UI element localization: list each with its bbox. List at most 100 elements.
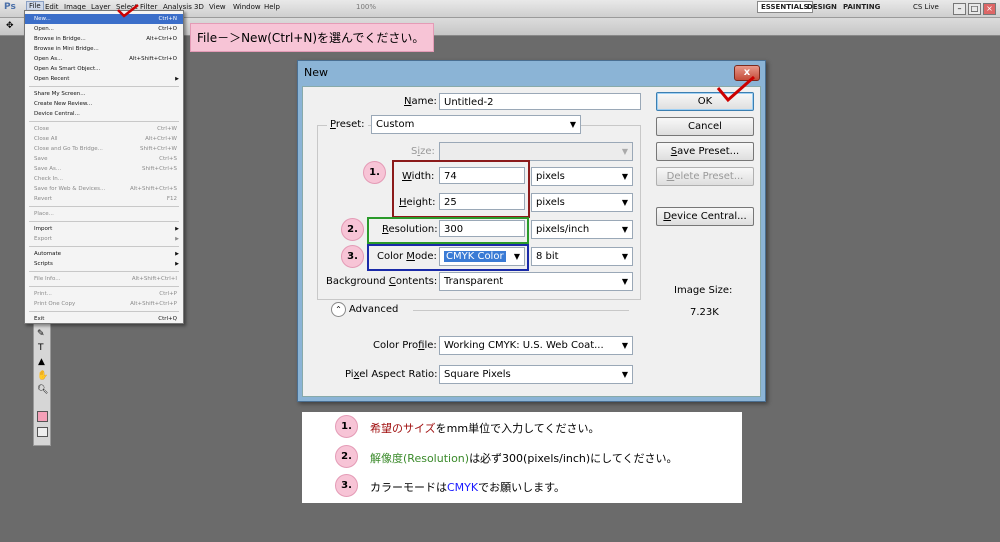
file-menu-item[interactable]: New... Ctrl+N: [25, 14, 183, 24]
resolution-unit-select[interactable]: pixels/inch ▼: [531, 220, 633, 239]
file-menu-item[interactable]: Close Ctrl+W: [25, 124, 183, 134]
selection-tool-icon[interactable]: ▲: [38, 357, 45, 367]
file-menu-item[interactable]: Check In...: [25, 174, 183, 184]
file-menu-item[interactable]: Import ▶: [25, 224, 183, 234]
preset-select[interactable]: Custom ▼: [371, 115, 581, 134]
workspace-painting[interactable]: PAINTING: [843, 3, 880, 11]
file-menu-item-shortcut: Alt+Ctrl+O: [146, 36, 177, 42]
file-menu-item[interactable]: Browse in Bridge... Alt+Ctrl+O: [25, 34, 183, 44]
file-menu-item[interactable]: Automate ▶: [25, 249, 183, 259]
zoom-tool-icon[interactable]: 🔍︎: [37, 385, 48, 395]
file-menu-item-label: Device Central...: [34, 111, 80, 117]
delete-preset-button[interactable]: Delete Preset...: [656, 167, 754, 186]
submenu-arrow-icon: ▶: [175, 226, 179, 232]
file-menu-item-label: Open As Smart Object...: [34, 66, 101, 72]
minimize-button[interactable]: –: [953, 3, 966, 15]
file-menu-item-label: Import: [34, 226, 53, 232]
resolution-label: Resolution:: [382, 224, 438, 235]
advanced-toggle-icon[interactable]: ⌃: [331, 302, 346, 317]
file-menu-item[interactable]: Open As Smart Object...: [25, 64, 183, 74]
background-contents-select[interactable]: Transparent ▼: [439, 272, 633, 291]
menu-window[interactable]: Window: [233, 3, 261, 11]
note-row-3-highlight: CMYK: [447, 481, 479, 494]
file-menu-item[interactable]: Close and Go To Bridge... Shift+Ctrl+W: [25, 144, 183, 154]
file-menu-item[interactable]: Browse in Mini Bridge...: [25, 44, 183, 54]
new-document-dialog: New x Name: Untitled-2 Preset: Custom ▼ S…: [297, 60, 766, 402]
workspace-essentials[interactable]: ESSENTIALS: [757, 1, 813, 13]
height-unit-select[interactable]: pixels ▼: [531, 193, 633, 212]
menu-view[interactable]: View: [209, 3, 226, 11]
dialog-title: New: [304, 66, 328, 79]
file-menu-item[interactable]: Create New Review...: [25, 99, 183, 109]
type-tool-icon[interactable]: T: [38, 343, 44, 353]
bit-depth-select[interactable]: 8 bit ▼: [531, 247, 633, 266]
file-menu-item[interactable]: Print... Ctrl+P: [25, 289, 183, 299]
file-menu-item[interactable]: Save for Web & Devices... Alt+Shift+Ctrl+…: [25, 184, 183, 194]
maximize-button[interactable]: □: [968, 3, 981, 15]
hand-tool-icon[interactable]: ✋: [37, 371, 48, 381]
resolution-field[interactable]: 300: [439, 220, 525, 237]
name-field[interactable]: Untitled-2: [439, 93, 641, 110]
quick-mask-icon[interactable]: [37, 427, 48, 437]
foreground-color-swatch[interactable]: [37, 411, 48, 422]
cs-live-menu[interactable]: CS Live: [913, 3, 939, 11]
chevron-down-icon: ▼: [621, 370, 628, 379]
file-menu-item[interactable]: Revert F12: [25, 194, 183, 204]
submenu-arrow-icon: ▶: [175, 236, 179, 242]
file-menu-item[interactable]: Scripts ▶: [25, 259, 183, 269]
menu-separator: [29, 121, 179, 122]
menu-separator: [29, 311, 179, 312]
name-label: Name:: [404, 96, 437, 107]
width-field[interactable]: 74: [439, 167, 525, 184]
color-mode-select[interactable]: CMYK Color ▼: [439, 247, 525, 266]
file-menu-item[interactable]: Print One Copy Alt+Shift+Ctrl+P: [25, 299, 183, 309]
file-menu-item[interactable]: Save As... Shift+Ctrl+S: [25, 164, 183, 174]
file-menu-item-label: Close and Go To Bridge...: [34, 146, 103, 152]
chevron-down-icon: ▼: [621, 225, 628, 234]
chevron-down-icon: ▼: [621, 277, 628, 286]
device-central-button[interactable]: Device Central...: [656, 207, 754, 226]
workspace-design[interactable]: DESIGN: [807, 3, 837, 11]
file-menu-item[interactable]: Open... Ctrl+O: [25, 24, 183, 34]
resolution-unit-value: pixels/inch: [536, 224, 590, 235]
width-label: Width:: [402, 171, 435, 182]
zoom-level[interactable]: 100%: [356, 3, 376, 11]
file-menu-item[interactable]: Exit Ctrl+Q: [25, 314, 183, 324]
tools-panel: ✎ T ▲ ✋ 🔍︎: [33, 322, 51, 446]
file-menu-item-label: Open As...: [34, 56, 63, 62]
pen-tool-icon[interactable]: ✎: [37, 329, 45, 339]
menu-help[interactable]: Help: [264, 3, 280, 11]
cancel-button[interactable]: Cancel: [656, 117, 754, 136]
menu-separator: [29, 86, 179, 87]
save-preset-button[interactable]: Save Preset...: [656, 142, 754, 161]
pixel-aspect-ratio-select[interactable]: Square Pixels ▼: [439, 365, 633, 384]
instruction-callout: File－＞New(Ctrl+N)を選んでください。: [190, 23, 434, 52]
file-menu-item[interactable]: Place...: [25, 209, 183, 219]
file-menu-item-shortcut: Ctrl+W: [157, 126, 177, 132]
file-menu-item[interactable]: Device Central...: [25, 109, 183, 119]
size-select[interactable]: ▼: [439, 142, 633, 161]
file-menu-item[interactable]: Save Ctrl+S: [25, 154, 183, 164]
preset-value: Custom: [376, 119, 415, 130]
instructions-panel: 1. 希望のサイズをmm単位で入力してください。 2. 解像度(Resoluti…: [302, 412, 742, 503]
file-menu-item-shortcut: Alt+Shift+Ctrl+O: [129, 56, 177, 62]
file-menu-item[interactable]: Export ▶: [25, 234, 183, 244]
close-window-button[interactable]: ×: [983, 3, 996, 15]
menu-3d[interactable]: 3D: [194, 3, 204, 11]
file-menu-item[interactable]: Close All Alt+Ctrl+W: [25, 134, 183, 144]
advanced-label[interactable]: Advanced: [349, 304, 398, 315]
height-field[interactable]: 25: [439, 193, 525, 210]
width-unit-select[interactable]: pixels ▼: [531, 167, 633, 186]
color-mode-label: Color Mode:: [377, 251, 437, 262]
file-menu-item[interactable]: File Info... Alt+Shift+Ctrl+I: [25, 274, 183, 284]
height-unit-value: pixels: [536, 197, 565, 208]
file-menu-item[interactable]: Share My Screen...: [25, 89, 183, 99]
file-menu-item-shortcut: Shift+Ctrl+W: [140, 146, 177, 152]
file-menu-item[interactable]: Open Recent ▶: [25, 74, 183, 84]
file-menu-item[interactable]: Open As... Alt+Shift+Ctrl+O: [25, 54, 183, 64]
file-menu-item-shortcut: Alt+Shift+Ctrl+S: [129, 186, 177, 192]
submenu-arrow-icon: ▶: [175, 76, 179, 82]
move-tool-icon[interactable]: ✥: [6, 21, 14, 31]
color-profile-select[interactable]: Working CMYK: U.S. Web Coat... ▼: [439, 336, 633, 355]
file-menu-item-label: Place...: [34, 211, 54, 217]
